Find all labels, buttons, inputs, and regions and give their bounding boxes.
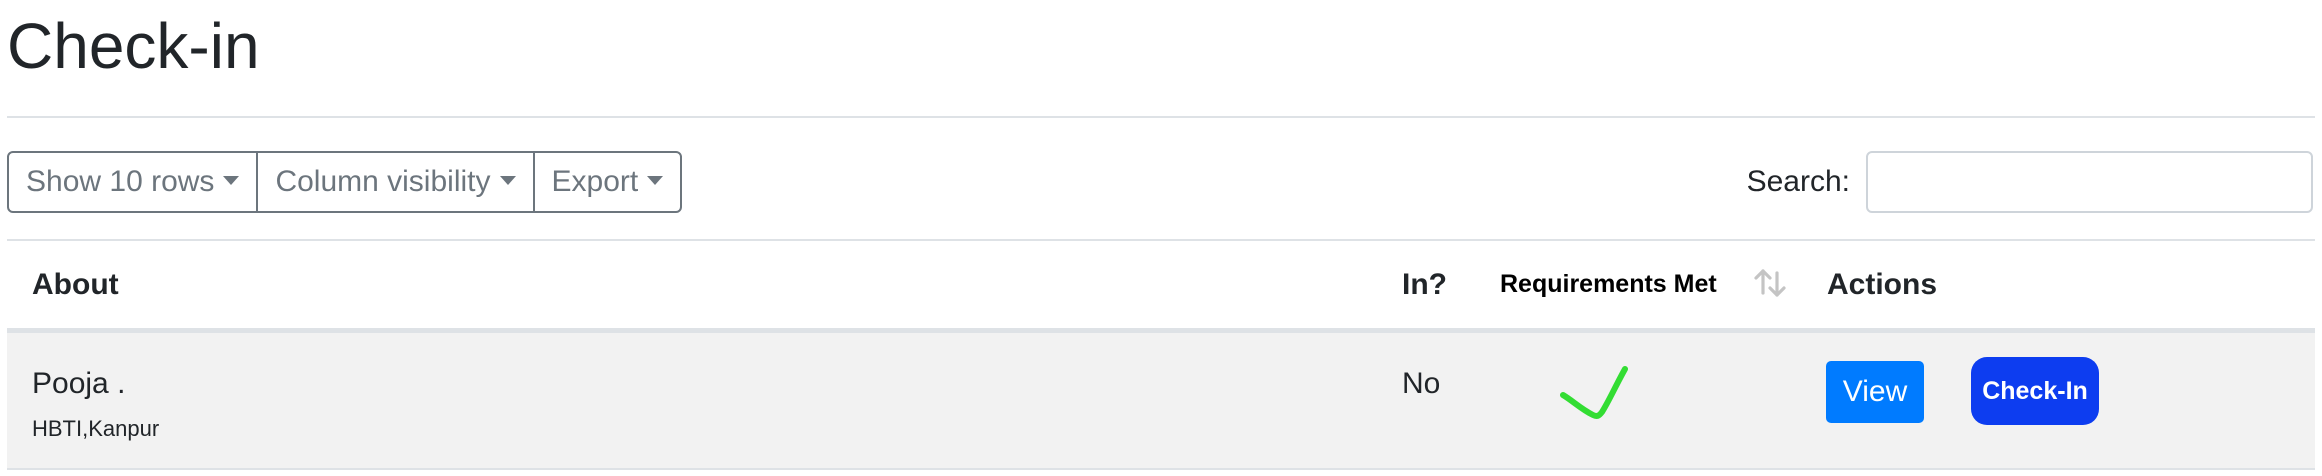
export-label: Export bbox=[551, 165, 639, 198]
checkmark-icon bbox=[1560, 366, 1628, 419]
caret-down-icon bbox=[223, 175, 240, 185]
page-title: Check-in bbox=[7, 10, 260, 82]
table-toolbar: Show 10 rows Column visibility Export bbox=[7, 151, 683, 213]
column-visibility-label: Column visibility bbox=[275, 165, 491, 198]
checked-in-status: No bbox=[1402, 367, 1441, 400]
table-row: Pooja . HBTI,Kanpur No View Check-In bbox=[7, 333, 2315, 470]
column-header-actions: Actions bbox=[1827, 267, 1938, 301]
show-rows-button[interactable]: Show 10 rows bbox=[7, 151, 259, 213]
attendee-name: Pooja . bbox=[32, 367, 126, 400]
title-divider bbox=[7, 116, 2315, 118]
search-label: Search: bbox=[1746, 165, 1850, 198]
check-in-button[interactable]: Check-In bbox=[1971, 357, 2099, 425]
export-button[interactable]: Export bbox=[532, 151, 683, 213]
column-header-in[interactable]: In? bbox=[1402, 241, 1447, 328]
table-header: About In? Requirements Met Actions bbox=[7, 241, 2315, 333]
column-visibility-button[interactable]: Column visibility bbox=[256, 151, 535, 213]
attendee-organization: HBTI,Kanpur bbox=[32, 416, 160, 441]
column-header-about[interactable]: About bbox=[32, 241, 119, 328]
checkin-page: Check-in Show 10 rows Column visibility … bbox=[0, 0, 2322, 476]
sort-arrows-icon[interactable] bbox=[1752, 267, 1788, 299]
show-rows-label: Show 10 rows bbox=[26, 165, 215, 198]
caret-down-icon bbox=[647, 175, 664, 185]
search-area: Search: bbox=[1747, 151, 2313, 213]
view-button[interactable]: View bbox=[1826, 361, 1924, 423]
column-header-requirements-met[interactable]: Requirements Met bbox=[1500, 241, 1717, 328]
search-input[interactable] bbox=[1866, 151, 2313, 213]
caret-down-icon bbox=[499, 175, 516, 185]
